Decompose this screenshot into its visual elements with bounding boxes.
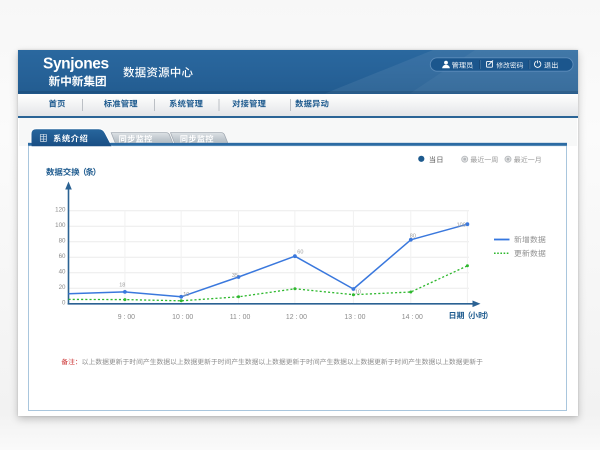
svg-text:11 : 00: 11 : 00 [230,314,251,321]
svg-text:80: 80 [59,237,66,244]
svg-text:0: 0 [62,299,66,306]
svg-text:10 : 00: 10 : 00 [172,314,193,321]
svg-text:13 : 00: 13 : 00 [344,314,365,321]
svg-text:18: 18 [119,282,125,288]
svg-text:10: 10 [183,292,189,298]
svg-text:80: 80 [410,234,416,240]
svg-text:9 : 00: 9 : 00 [118,314,135,321]
svg-text:100: 100 [55,222,66,229]
svg-text:Synjones: Synjones [43,56,109,73]
svg-text:35: 35 [232,273,238,279]
svg-text:10: 10 [355,289,361,295]
svg-text:60: 60 [297,250,303,256]
svg-text:14 : 00: 14 : 00 [402,314,423,321]
svg-text:120: 120 [55,206,66,213]
svg-text:40: 40 [59,268,66,275]
svg-text:100: 100 [457,222,466,228]
svg-text:12 : 00: 12 : 00 [286,314,307,321]
svg-text:20: 20 [59,284,66,291]
svg-text:60: 60 [59,253,66,260]
